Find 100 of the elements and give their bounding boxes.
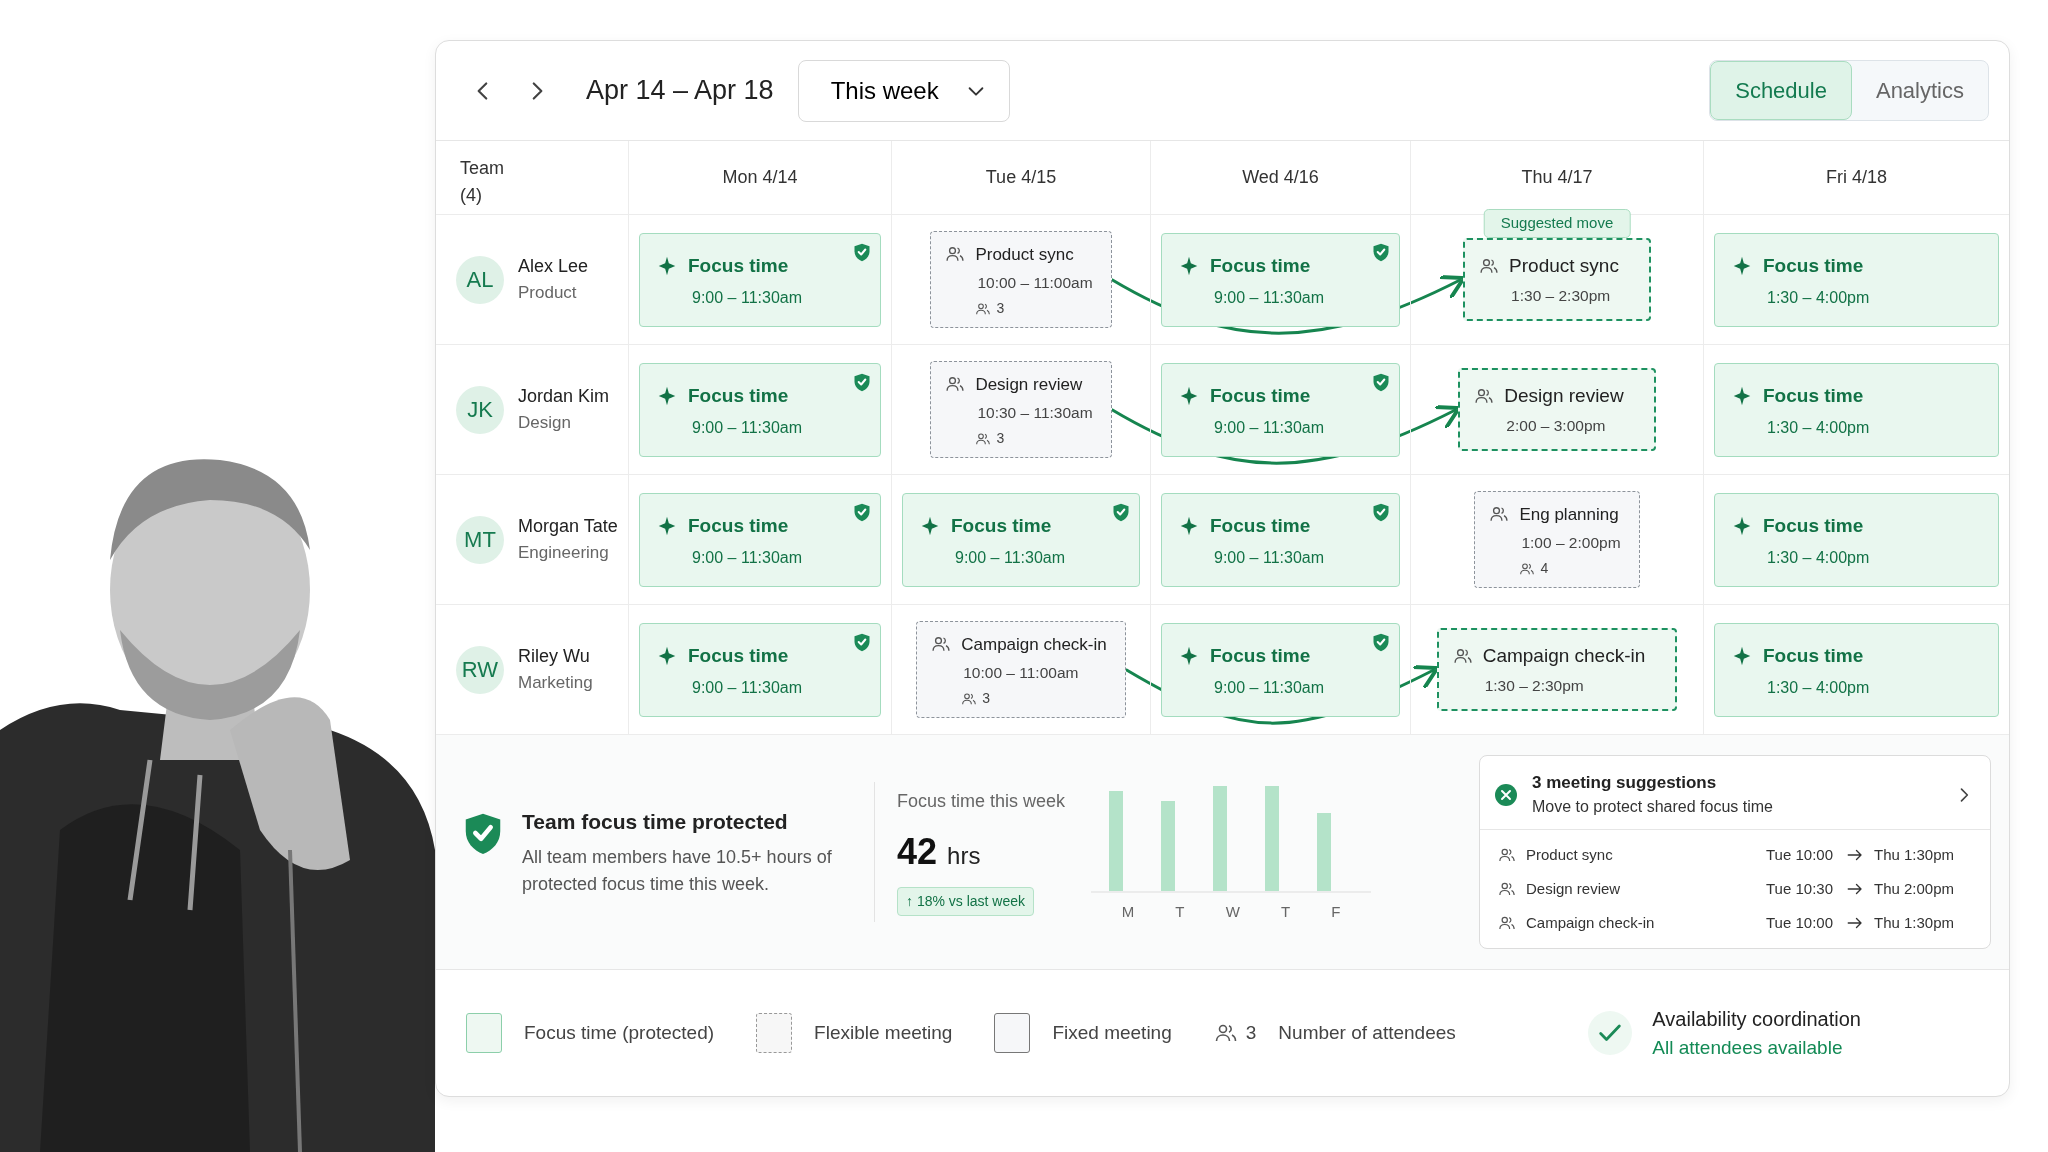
avatar: AL — [456, 255, 504, 304]
person-name: Jordan Kim — [518, 385, 610, 409]
event-title: Focus time — [688, 253, 789, 278]
day-header: Tue 4/15 — [985, 166, 1057, 189]
event-title: Product sync — [1509, 253, 1619, 278]
range-dropdown[interactable]: This week — [797, 59, 1010, 122]
focus-block[interactable]: Focus time 1:30 – 4:00pm — [1714, 232, 1999, 327]
focus-block[interactable]: Focus time 9:00 – 11:30am — [1161, 362, 1400, 457]
meeting-block[interactable]: Design review 10:30 – 11:30am 3 — [930, 360, 1112, 459]
event-title: Focus time — [1210, 383, 1311, 408]
focus-block[interactable]: Focus time 1:30 – 4:00pm — [1714, 622, 1999, 717]
date-range: Apr 14 – Apr 18 — [586, 74, 774, 108]
person-role: Engineering — [518, 542, 610, 565]
focus-block[interactable]: Focus time 1:30 – 4:00pm — [1714, 362, 1999, 457]
legend-label: Number of attendees — [1278, 1020, 1456, 1045]
event-title: Eng planning — [1519, 503, 1619, 526]
to-time: Thu 1:30pm — [1874, 913, 1956, 933]
attendee-count: 3 — [982, 689, 991, 709]
focus-block[interactable]: Focus time 1:30 – 4:00pm — [1714, 492, 1999, 587]
meeting-block[interactable]: Campaign check-in 10:00 – 11:00am 3 — [916, 620, 1126, 719]
suggested-block[interactable]: Product sync 1:30 – 2:30pm — [1463, 237, 1651, 322]
stat-value: 42 — [897, 831, 938, 872]
event-time: 9:00 – 11:30am — [1214, 678, 1325, 698]
legend-swatch — [466, 1013, 502, 1053]
event-title: Focus time — [688, 513, 789, 538]
attendee-count: 3 — [996, 299, 1005, 319]
event-time: 1:30 – 4:00pm — [1767, 548, 1871, 568]
event-time: 9:00 – 11:30am — [1214, 288, 1325, 308]
people-icon — [975, 430, 992, 447]
event-time: 1:30 – 4:00pm — [1767, 418, 1871, 438]
view-tab[interactable]: Analytics — [1851, 61, 1988, 120]
focus-block[interactable]: Focus time 9:00 – 11:30am — [639, 362, 881, 457]
event-time: 10:00 – 11:00am — [963, 663, 1080, 684]
avatar: MT — [456, 515, 504, 564]
event-time: 9:00 – 11:30am — [1214, 418, 1325, 438]
event-title: Focus time — [1210, 253, 1311, 278]
team-label: Team — [460, 157, 504, 180]
meeting-name: Product sync — [1526, 845, 1614, 865]
availability-title: Availability coordination — [1652, 1006, 1861, 1032]
summary-text: All team members have 10.5+ hours of protected focus time this week. — [522, 845, 833, 896]
axis-label: F — [1331, 901, 1341, 922]
avatar: RW — [456, 645, 504, 694]
event-title: Product sync — [975, 243, 1074, 266]
to-time: Thu 2:00pm — [1874, 879, 1956, 899]
event-title: Campaign check-in — [961, 633, 1107, 656]
day-header: Thu 4/17 — [1521, 166, 1593, 189]
person-name: Riley Wu — [518, 645, 591, 669]
focus-block[interactable]: Focus time 9:00 – 11:30am — [1161, 232, 1400, 327]
event-title: Design review — [975, 373, 1083, 396]
suggested-block[interactable]: Campaign check-in 1:30 – 2:30pm — [1436, 627, 1678, 712]
event-time: 1:00 – 2:00pm — [1521, 533, 1621, 554]
avatar: JK — [456, 385, 504, 434]
availability-status: All attendees available — [1652, 1035, 1844, 1060]
legend-label: Flexible meeting — [814, 1020, 953, 1045]
suggested-block[interactable]: Design review 2:00 – 3:00pm — [1458, 367, 1656, 452]
people-icon — [1519, 560, 1536, 577]
team-count: (4) — [460, 184, 482, 207]
event-time: 1:30 – 2:30pm — [1511, 286, 1612, 307]
event-time: 1:30 – 4:00pm — [1767, 288, 1871, 308]
axis-label: T — [1175, 901, 1185, 922]
person-role: Product — [518, 282, 578, 305]
people-icon — [975, 300, 992, 317]
event-title: Focus time — [1210, 643, 1311, 668]
event-time: 9:00 – 11:30am — [692, 288, 803, 308]
meeting-block[interactable]: Eng planning 1:00 – 2:00pm 4 — [1474, 490, 1640, 589]
change-badge: ↑ 18% vs last week — [897, 887, 1035, 916]
focus-block[interactable]: Focus time 9:00 – 11:30am — [1161, 492, 1400, 587]
meeting-name: Campaign check-in — [1526, 913, 1656, 933]
event-time: 9:00 – 11:30am — [692, 678, 803, 698]
to-time: Thu 1:30pm — [1874, 845, 1956, 865]
view-tab[interactable]: Schedule — [1710, 61, 1852, 120]
focus-block[interactable]: Focus time 9:00 – 11:30am — [639, 492, 881, 587]
close-circle-icon[interactable] — [1494, 782, 1518, 807]
event-title: Focus time — [1763, 643, 1864, 668]
person-name: Morgan Tate — [518, 515, 618, 539]
focus-block[interactable]: Focus time 9:00 – 11:30am — [902, 492, 1140, 587]
legend-label: Focus time (protected) — [524, 1020, 715, 1045]
day-header: Fri 4/18 — [1826, 166, 1887, 189]
focus-block[interactable]: Focus time 9:00 – 11:30am — [639, 622, 881, 717]
meeting-block[interactable]: Product sync 10:00 – 11:00am 3 — [930, 230, 1112, 329]
event-title: Design review — [1504, 383, 1624, 408]
stat-unit: hrs — [947, 842, 981, 869]
people-icon — [961, 690, 978, 707]
event-title: Focus time — [688, 643, 789, 668]
event-time: 2:00 – 3:00pm — [1506, 416, 1607, 437]
suggestions-title: 3 meeting suggestions — [1532, 771, 1718, 794]
event-title: Focus time — [1763, 253, 1864, 278]
suggestions-subtitle: Move to protect shared focus time — [1532, 797, 1773, 818]
event-title: Focus time — [1210, 513, 1311, 538]
focus-block[interactable]: Focus time 9:00 – 11:30am — [1161, 622, 1400, 717]
day-header: Mon 4/14 — [722, 166, 798, 189]
event-time: 1:30 – 4:00pm — [1767, 678, 1871, 698]
from-time: Tue 10:00 — [1766, 913, 1834, 933]
attendee-count: 3 — [1245, 1020, 1257, 1045]
event-title: Focus time — [1763, 383, 1864, 408]
focus-block[interactable]: Focus time 9:00 – 11:30am — [639, 232, 881, 327]
attendee-count: 4 — [1540, 559, 1549, 579]
event-time: 9:00 – 11:30am — [955, 548, 1066, 568]
attendee-count: 3 — [996, 429, 1005, 449]
legend-swatch — [756, 1013, 793, 1053]
